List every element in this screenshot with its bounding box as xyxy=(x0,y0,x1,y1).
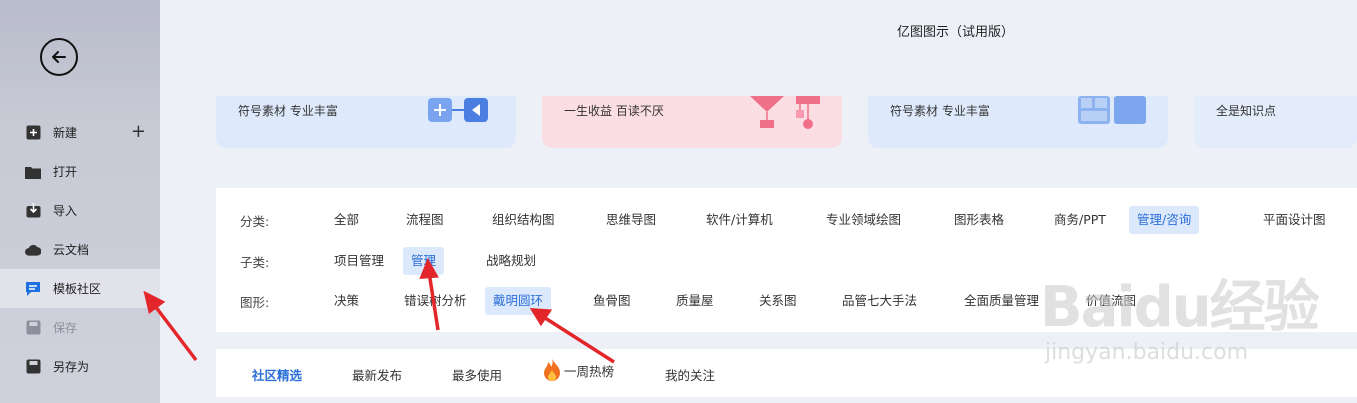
sidebar-item-import[interactable]: 导入 xyxy=(0,191,160,230)
shape-decision[interactable]: 决策 xyxy=(326,287,367,315)
tab-weekly-hot-label: 一周热榜 xyxy=(564,363,615,379)
banner-text: 符号素材 专业丰富 xyxy=(890,104,990,118)
sidebar-item-label: 另存为 xyxy=(53,360,90,374)
shape-fault-tree[interactable]: 错误树分析 xyxy=(396,287,475,315)
subcategory-strategy[interactable]: 战略规划 xyxy=(478,247,544,275)
sidebar-item-label: 导入 xyxy=(53,204,78,218)
subcategory-label: 子类: xyxy=(240,254,270,270)
sidebar-item-label: 新建 xyxy=(53,126,78,140)
sidebar-item-template-community[interactable]: 模板社区 xyxy=(0,269,160,308)
category-graphic-design[interactable]: 平面设计图 xyxy=(1255,206,1334,234)
category-flowchart[interactable]: 流程图 xyxy=(398,206,452,234)
flowchart-illustration-icon xyxy=(750,96,820,129)
sidebar-item-open[interactable]: 打开 xyxy=(0,152,160,191)
shape-label: 图形: xyxy=(240,294,270,310)
import-icon xyxy=(25,203,41,219)
category-row: 分类: 全部 流程图 组织结构图 思维导图 软件/计算机 专业领域绘图 图形表格… xyxy=(240,206,1340,234)
table-illustration-icon xyxy=(1078,96,1146,124)
category-software[interactable]: 软件/计算机 xyxy=(698,206,781,234)
sidebar-item-new[interactable]: 新建 + xyxy=(0,113,160,152)
watermark-url: jingyan.baidu.com xyxy=(1045,340,1249,365)
back-button[interactable] xyxy=(40,38,78,76)
category-label: 分类: xyxy=(240,213,270,229)
subcategory-project-management[interactable]: 项目管理 xyxy=(326,247,392,275)
arrow-left-icon xyxy=(52,51,66,63)
sidebar-item-label: 打开 xyxy=(53,165,78,179)
subcategory-row: 子类: 项目管理 管理 战略规划 xyxy=(240,247,840,275)
symbol-illustration-icon xyxy=(428,98,488,122)
banner-card[interactable]: 一生收益 百读不厌 xyxy=(542,96,842,148)
shape-tqm[interactable]: 全面质量管理 xyxy=(956,287,1047,315)
category-all[interactable]: 全部 xyxy=(326,206,367,234)
save-as-icon xyxy=(25,359,41,375)
sidebar-item-save-as[interactable]: 另存为 xyxy=(0,347,160,386)
category-mind-map[interactable]: 思维导图 xyxy=(598,206,664,234)
banner-text: 一生收益 百读不厌 xyxy=(564,104,664,118)
category-org-chart[interactable]: 组织结构图 xyxy=(484,206,563,234)
shape-pdca-cycle[interactable]: 戴明圆环 xyxy=(485,287,552,315)
tab-following[interactable]: 我的关注 xyxy=(665,365,715,384)
banner-card[interactable]: 符号素材 专业丰富 xyxy=(216,96,516,148)
banner-text: 全是知识点 xyxy=(1216,104,1277,118)
shape-fishbone[interactable]: 鱼骨图 xyxy=(585,287,639,315)
banner-card[interactable]: 全是知识点 xyxy=(1194,96,1357,148)
chat-icon xyxy=(25,281,41,297)
app-title: 亿图图示（试用版） xyxy=(897,25,1015,40)
save-icon xyxy=(25,320,41,336)
tab-latest[interactable]: 最新发布 xyxy=(352,365,402,384)
sidebar: 新建 + 打开 导入 云文档 模板社区 保存 另存为 xyxy=(0,0,160,403)
sidebar-item-label: 模板社区 xyxy=(53,282,102,296)
tab-weekly-hot[interactable]: 一周热榜 xyxy=(542,358,614,382)
tab-featured[interactable]: 社区精选 xyxy=(252,365,302,384)
category-graphic-table[interactable]: 图形表格 xyxy=(946,206,1012,234)
banner-card[interactable]: 符号素材 专业丰富 xyxy=(868,96,1168,148)
sidebar-item-label: 保存 xyxy=(53,321,78,335)
cloud-icon xyxy=(25,242,41,258)
category-professional[interactable]: 专业领域绘图 xyxy=(818,206,909,234)
sidebar-item-label: 云文档 xyxy=(53,243,90,257)
banner-text: 符号素材 专业丰富 xyxy=(238,104,338,118)
subcategory-management[interactable]: 管理 xyxy=(403,247,445,275)
category-management[interactable]: 管理/咨询 xyxy=(1129,206,1200,234)
new-plus-icon[interactable]: + xyxy=(131,123,146,141)
sidebar-item-cloud[interactable]: 云文档 xyxy=(0,230,160,269)
sidebar-item-save[interactable]: 保存 xyxy=(0,308,160,347)
shape-seven-qc-tools[interactable]: 品管七大手法 xyxy=(834,287,925,315)
tab-most-used[interactable]: 最多使用 xyxy=(452,365,502,384)
shape-house-of-quality[interactable]: 质量屋 xyxy=(668,287,722,315)
plus-square-icon xyxy=(25,125,41,141)
folder-icon xyxy=(25,164,41,180)
category-business-ppt[interactable]: 商务/PPT xyxy=(1046,206,1114,234)
shape-relation-diagram[interactable]: 关系图 xyxy=(751,287,805,315)
fire-icon xyxy=(544,358,560,381)
watermark-logo: Baidu经验 xyxy=(1040,275,1320,340)
